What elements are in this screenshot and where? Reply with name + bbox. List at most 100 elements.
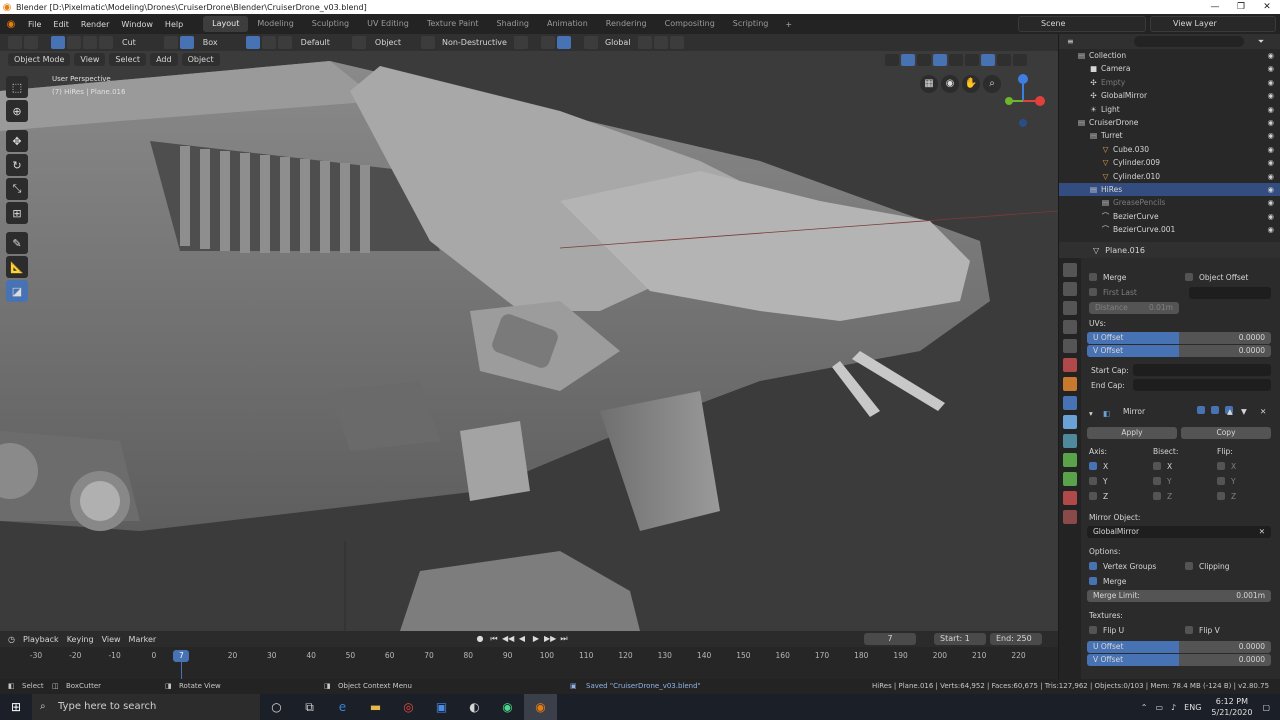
merge-limit-field[interactable]: Merge Limit: 0.001m: [1087, 590, 1271, 602]
shape-icon[interactable]: [163, 36, 178, 49]
menu-help[interactable]: Help: [159, 20, 189, 29]
merge-options-checkbox[interactable]: Merge: [1089, 577, 1126, 586]
menu-file[interactable]: File: [22, 20, 47, 29]
lock-icon[interactable]: [277, 36, 292, 49]
jump-end-icon[interactable]: ⏭: [558, 633, 570, 645]
apply-button[interactable]: Apply: [1087, 427, 1177, 439]
overlay-toggle-icon[interactable]: [933, 54, 947, 66]
axis-y-checkbox[interactable]: Y: [1089, 477, 1108, 486]
scale-tool-icon[interactable]: ⤡: [6, 178, 28, 200]
add-workspace-button[interactable]: +: [777, 20, 800, 29]
viewport-icon[interactable]: [1211, 406, 1219, 414]
play-reverse-icon[interactable]: ◀: [516, 633, 528, 645]
measure-tool-icon[interactable]: 📐: [6, 256, 28, 278]
visibility-eye-icon[interactable]: ◉: [1267, 156, 1274, 169]
v-offset-field[interactable]: V Offset 0.0000: [1087, 345, 1271, 357]
solid-shading-icon[interactable]: [981, 54, 995, 66]
edge-icon[interactable]: e: [326, 694, 359, 720]
copy-button[interactable]: Copy: [1181, 427, 1271, 439]
taskbar-clock[interactable]: 6:12 PM 5/21/2020: [1211, 696, 1252, 718]
visibility-eye-icon[interactable]: ◉: [1267, 49, 1274, 62]
camera-view-icon[interactable]: ◉: [941, 75, 959, 93]
outliner-row[interactable]: ✣ GlobalMirror ◉: [1059, 89, 1280, 102]
tab-modeling[interactable]: Modeling: [248, 16, 302, 32]
origin2-icon[interactable]: [261, 36, 276, 49]
outliner-row[interactable]: ⌒ BezierCurve.001 ◉: [1059, 223, 1280, 236]
tab-compositing[interactable]: Compositing: [656, 16, 724, 32]
blender-menu-icon[interactable]: ◉: [0, 19, 22, 30]
shape-box-icon[interactable]: [179, 36, 194, 49]
rotate-tool-icon[interactable]: ↻: [6, 154, 28, 176]
record-icon[interactable]: ●: [474, 633, 486, 645]
modifier-name-field[interactable]: Mirror: [1117, 406, 1193, 418]
outliner-search-input[interactable]: [1133, 36, 1244, 47]
modifier-tab-icon[interactable]: [1063, 396, 1077, 410]
current-frame-field[interactable]: 7: [864, 633, 916, 645]
next-key-icon[interactable]: ▶▶: [544, 633, 556, 645]
material-tab-icon[interactable]: [1063, 491, 1077, 505]
flip-v-checkbox[interactable]: Flip V: [1185, 626, 1220, 635]
clear-field-icon[interactable]: ✕: [1259, 526, 1265, 538]
texture-v-offset-field[interactable]: V Offset 0.0000: [1087, 654, 1271, 666]
mode-dropdown[interactable]: Non-Destructive: [442, 38, 507, 47]
transform-orientation-dropdown[interactable]: Global: [605, 38, 631, 47]
snap-icon[interactable]: [420, 36, 435, 49]
visibility-eye-icon[interactable]: ◉: [1267, 183, 1274, 196]
wireframe-shading-icon[interactable]: [965, 54, 979, 66]
bisect-x-checkbox[interactable]: X: [1153, 462, 1172, 471]
outliner-row[interactable]: ✣ Empty ◉: [1059, 76, 1280, 89]
render-tab-icon[interactable]: [1063, 282, 1077, 296]
offset-object-field[interactable]: [1189, 287, 1271, 299]
annotate-tool-icon[interactable]: ✎: [6, 232, 28, 254]
bisect-z-checkbox[interactable]: Z: [1153, 492, 1172, 501]
flip-u-checkbox[interactable]: Flip U: [1089, 626, 1124, 635]
menu-window[interactable]: Window: [115, 20, 159, 29]
scene-tab-icon[interactable]: [1063, 339, 1077, 353]
spotify-icon[interactable]: ◉: [491, 694, 524, 720]
tab-sculpting[interactable]: Sculpting: [303, 16, 358, 32]
remove-modifier-icon[interactable]: ✕: [1260, 407, 1266, 416]
outliner-row[interactable]: ▤ Turret ◉: [1059, 129, 1280, 142]
mirror-object-field[interactable]: GlobalMirror ✕: [1087, 526, 1271, 538]
snap-toggle-icon[interactable]: [653, 36, 668, 49]
close-button[interactable]: ✕: [1254, 0, 1280, 14]
merge-checkbox[interactable]: Merge: [1089, 273, 1126, 282]
origin-icon[interactable]: [245, 36, 260, 49]
tab-texture-paint[interactable]: Texture Paint: [418, 16, 488, 32]
view-layer-tab-icon[interactable]: [1063, 320, 1077, 334]
outliner-row[interactable]: ☀ Light ◉: [1059, 103, 1280, 116]
visibility-eye-icon[interactable]: ◉: [1267, 223, 1274, 236]
select-tool-icon[interactable]: ⬚: [6, 76, 28, 98]
download-icon[interactable]: [513, 36, 528, 49]
bisect-y-checkbox[interactable]: Y: [1153, 477, 1172, 486]
outliner-row[interactable]: ▤ GreasePencils ◉: [1059, 196, 1280, 209]
viewport-menu-object[interactable]: Object: [181, 53, 220, 66]
axis-z-checkbox[interactable]: Z: [1089, 492, 1108, 501]
outliner-row[interactable]: ▤ Collection ◉: [1059, 49, 1280, 62]
outliner-row[interactable]: ▽ Cylinder.009 ◉: [1059, 156, 1280, 169]
timeline-menu-marker[interactable]: Marker: [129, 635, 157, 644]
first-last-checkbox[interactable]: First Last: [1089, 288, 1137, 297]
language-indicator[interactable]: ENG: [1184, 703, 1201, 712]
texture-tab-icon[interactable]: [1063, 510, 1077, 524]
tab-layout[interactable]: Layout: [203, 16, 249, 32]
outliner-row[interactable]: ⌒ BezierCurve ◉: [1059, 210, 1280, 223]
tray-up-icon[interactable]: ⌃: [1141, 703, 1148, 712]
task-view-icon[interactable]: ⧉: [293, 694, 326, 720]
object-tab-icon[interactable]: [1063, 377, 1077, 391]
prev-key-icon[interactable]: ◀◀: [502, 633, 514, 645]
visibility-eye-icon[interactable]: ◉: [1267, 62, 1274, 75]
visibility-eye-icon[interactable]: ◉: [1267, 89, 1274, 102]
chrome-icon[interactable]: ◎: [392, 694, 425, 720]
editmode-icon[interactable]: [1197, 406, 1205, 414]
object-label[interactable]: Object: [375, 38, 401, 47]
flip-y-checkbox[interactable]: Y: [1217, 477, 1236, 486]
outliner-row[interactable]: ▽ Cylinder.010 ◉: [1059, 170, 1280, 183]
move-down-icon[interactable]: ▼: [1241, 407, 1247, 416]
tool-settings-icon[interactable]: [8, 36, 22, 49]
tab-uv-editing[interactable]: UV Editing: [358, 16, 418, 32]
vertex-groups-checkbox[interactable]: Vertex Groups: [1089, 562, 1156, 571]
cortana-icon[interactable]: ○: [260, 694, 293, 720]
gizmo-toggle-icon[interactable]: [901, 54, 915, 66]
boxcutter-tool-icon[interactable]: ◪: [6, 280, 28, 302]
